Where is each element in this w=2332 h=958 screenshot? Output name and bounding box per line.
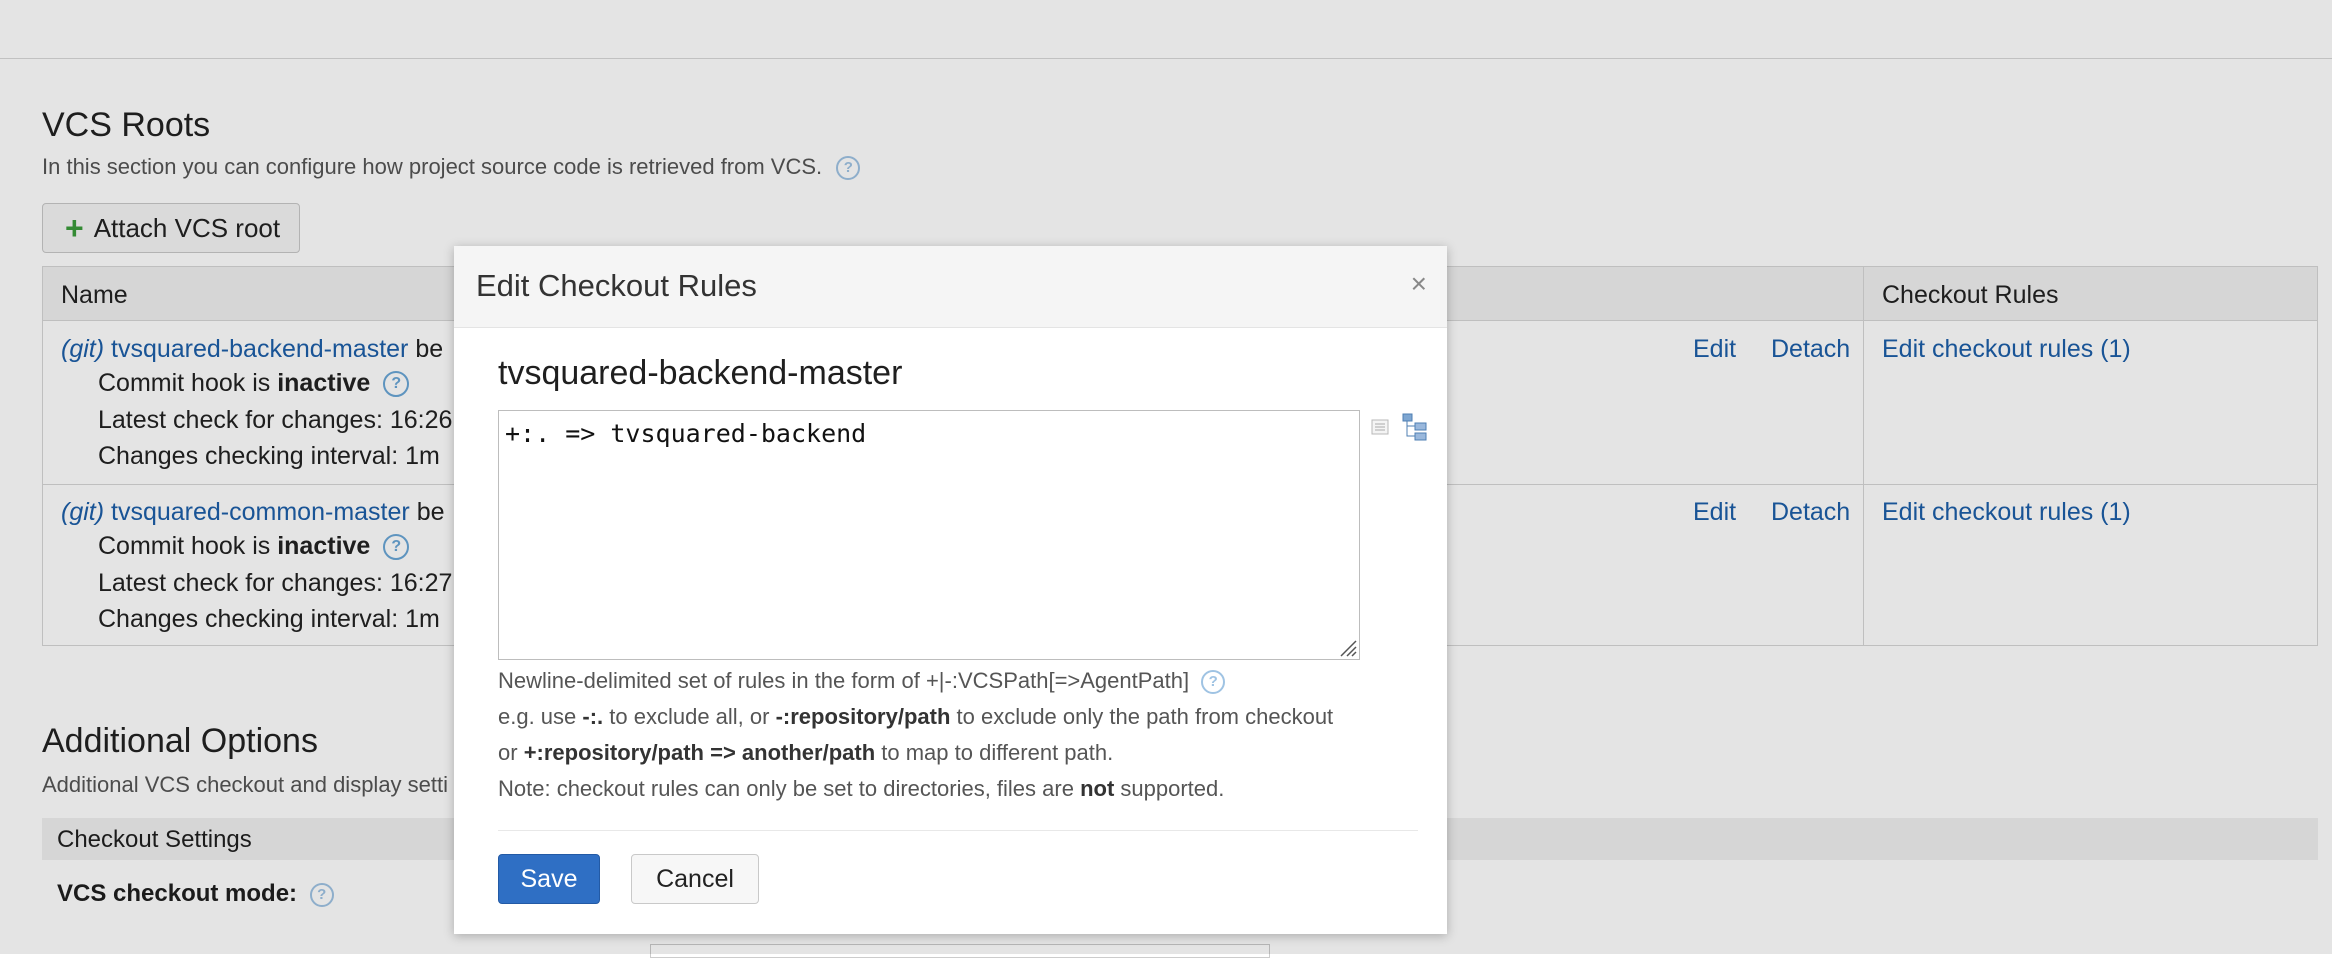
- dialog-separator: [498, 830, 1418, 831]
- hint-text: to exclude only the path from checkout: [950, 704, 1334, 729]
- hint-text: to map to different path.: [875, 740, 1114, 765]
- hint-text: supported.: [1114, 776, 1225, 801]
- hint-emphasis: not: [1080, 776, 1115, 801]
- close-icon[interactable]: ×: [1411, 268, 1427, 300]
- hint-text: or: [498, 740, 524, 765]
- checkout-rules-textarea[interactable]: +:. => tvsquared-backend: [498, 410, 1360, 660]
- rules-hint-line-3: or +:repository/path => another/path to …: [498, 740, 1113, 766]
- rules-hint-line-4: Note: checkout rules can only be set to …: [498, 776, 1224, 802]
- hint-text: Note: checkout rules can only be set to …: [498, 776, 1081, 801]
- save-button[interactable]: Save: [498, 854, 600, 904]
- vcs-root-name: tvsquared-backend-master: [498, 354, 903, 392]
- text-mode-icon[interactable]: [1369, 416, 1391, 438]
- help-icon[interactable]: ?: [1201, 670, 1226, 695]
- dialog-title: Edit Checkout Rules: [476, 268, 757, 303]
- hint-code: +:repository/path => another/path: [523, 740, 876, 765]
- edit-checkout-rules-dialog: Edit Checkout Rules × tvsquared-backend-…: [454, 246, 1447, 934]
- cancel-button[interactable]: Cancel: [631, 854, 759, 904]
- resize-handle-icon[interactable]: [1337, 637, 1357, 657]
- hint-text: e.g. use: [498, 704, 583, 729]
- hint-text: to exclude all, or: [603, 704, 776, 729]
- rules-format-text: Newline-delimited set of rules in the fo…: [498, 668, 1190, 693]
- rules-hint-line-1: Newline-delimited set of rules in the fo…: [498, 668, 1226, 695]
- dialog-header: Edit Checkout Rules ×: [454, 246, 1447, 328]
- hint-code: -:.: [582, 704, 604, 729]
- vcs-tree-icon[interactable]: [1401, 412, 1429, 442]
- checkout-rules-value: +:. => tvsquared-backend: [505, 419, 867, 448]
- rules-hint-line-2: e.g. use -:. to exclude all, or -:reposi…: [498, 704, 1333, 730]
- hint-code: -:repository/path: [775, 704, 951, 729]
